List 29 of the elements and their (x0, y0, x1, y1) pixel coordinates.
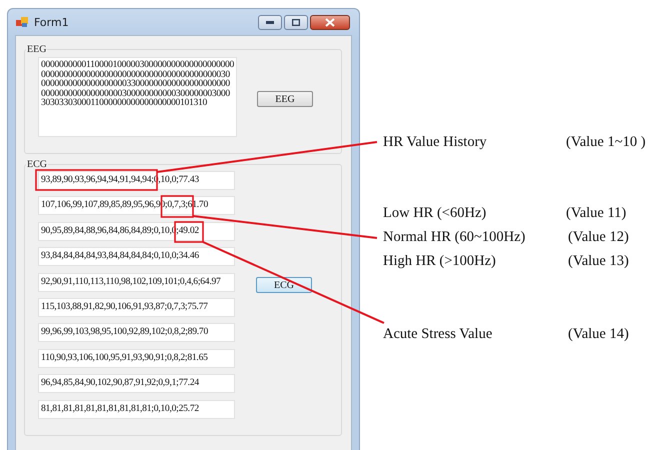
maximize-button[interactable] (284, 14, 308, 30)
close-button[interactable] (310, 14, 350, 30)
ecg-text-field[interactable]: 115,103,88,91,82,90,106,91,93,87;0,7,3;75.77 (38, 298, 235, 317)
ecg-text-field[interactable]: 99,96,99,103,98,95,100,92,89,102;0,8,2;89.70 (38, 323, 235, 342)
ecg-text-field[interactable]: 92,90,91,110,113,110,98,102,109,101;0,4,6;64.97 (38, 272, 235, 292)
annotation-value: (Value 11) (566, 205, 626, 222)
annotation-value: (Value 13) (568, 253, 629, 270)
ecg-text-field[interactable]: 110,90,93,106,100,95,91,93,90,91;0,8,2;81.65 (38, 348, 235, 368)
eeg-button[interactable]: EEG (257, 91, 313, 107)
maximize-icon (292, 18, 300, 26)
ecg-text-field[interactable]: 93,84,84,84,84,93,84,84,84,84;0,10,0;34.46 (38, 247, 235, 266)
annotation-value: (Value 12) (568, 229, 629, 246)
annotation-label: Low HR (<60Hz) (383, 205, 486, 222)
annotation-label: HR Value History (383, 134, 487, 151)
annotation-value: (Value 1~10 ) (566, 134, 646, 151)
eeg-text-area[interactable]: 00000000001100001000003000000000000000000000000000000000000000000000000000000000000300000000000000000000330000000000000000000000000000000000000003000000000003000000030003030330300011000000000000000000101310 (38, 57, 237, 137)
annotation-label: Normal HR (60~100Hz) (383, 229, 526, 246)
group-label: ECG (26, 159, 48, 170)
app-icon (15, 15, 29, 29)
ecg-text-field[interactable]: 96,94,85,84,90,102,90,87,91,92;0,9,1;77.24 (38, 374, 235, 394)
minimize-button[interactable] (258, 14, 282, 30)
minimize-icon (266, 20, 274, 24)
annotation-label: High HR (>100Hz) (383, 253, 496, 270)
group-label: EEG (26, 44, 48, 55)
ecg-text-field[interactable]: 81,81,81,81,81,81,81,81,81,81;0,10,0;25.72 (38, 400, 235, 419)
close-icon (325, 18, 335, 26)
window-title: Form1 (34, 16, 70, 28)
annotation-value: (Value 14) (568, 326, 629, 343)
annotation-label: Acute Stress Value (383, 326, 492, 343)
